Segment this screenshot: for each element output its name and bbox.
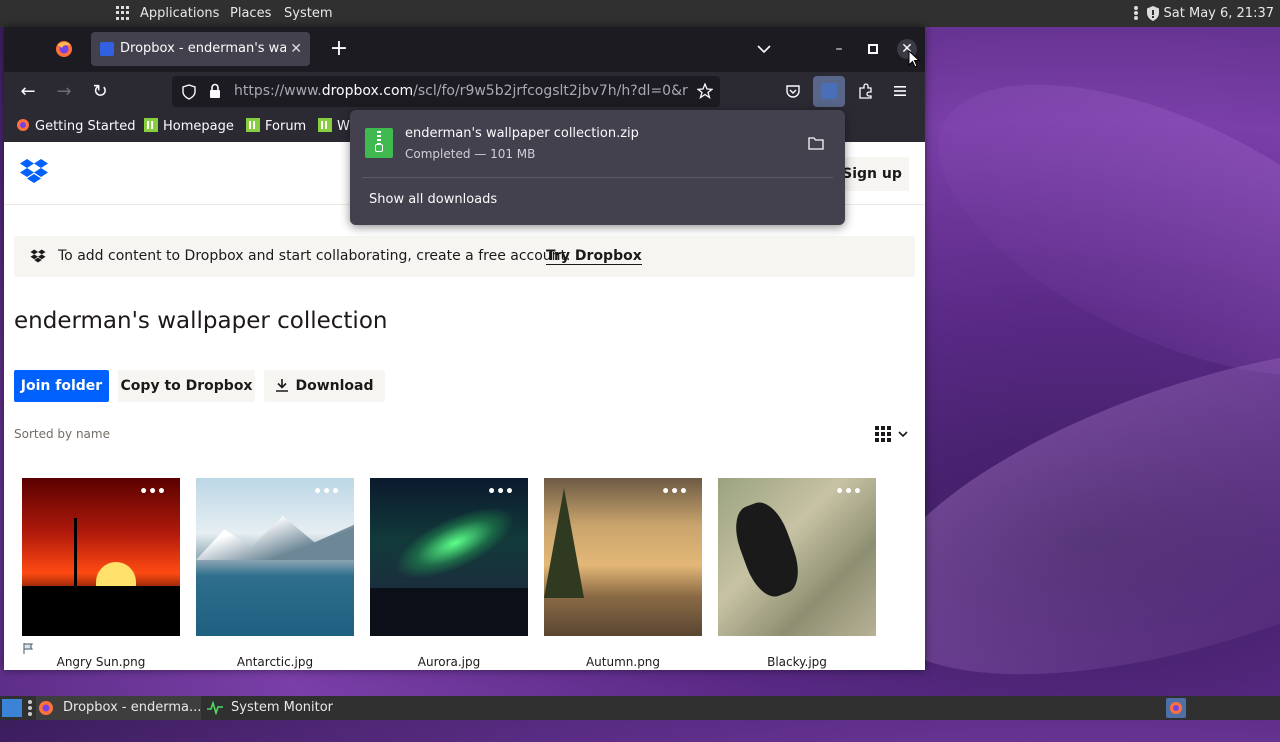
- bookmark-forum[interactable]: Forum: [246, 111, 306, 142]
- chevron-down-icon: [898, 431, 908, 438]
- list-all-tabs-icon[interactable]: [754, 39, 774, 59]
- bookmark-getting-started[interactable]: Getting Started: [16, 111, 136, 142]
- taskbar: Dropbox - enderma... System Monitor: [0, 696, 1280, 720]
- mint-icon: [144, 118, 158, 132]
- downloads-button[interactable]: [813, 76, 845, 107]
- firefox-icon: [39, 701, 53, 715]
- tree-shape: [74, 518, 77, 598]
- copy-to-dropbox-button[interactable]: Copy to Dropbox: [118, 370, 255, 402]
- more-options-icon[interactable]: •••: [139, 484, 166, 500]
- pocket-icon[interactable]: [785, 83, 801, 99]
- lock-icon[interactable]: [208, 83, 222, 99]
- sort-label[interactable]: Sorted by name: [14, 427, 110, 441]
- ground-shape: [22, 586, 180, 636]
- top-panel: Applications Places System Sat May 6, 21…: [0, 0, 1280, 27]
- download-button[interactable]: Download: [264, 370, 385, 402]
- ground-shape: [370, 588, 528, 636]
- open-folder-icon[interactable]: [808, 136, 824, 150]
- show-all-downloads-button[interactable]: Show all downloads: [369, 192, 497, 207]
- tab-close-icon[interactable]: ✕: [290, 32, 302, 66]
- mint-icon: [318, 118, 332, 132]
- shield-icon[interactable]: [1146, 6, 1160, 21]
- thumb-autumn[interactable]: •••: [544, 478, 702, 636]
- join-folder-button[interactable]: Join folder: [14, 370, 109, 402]
- clock[interactable]: Sat May 6, 21:37: [1164, 0, 1274, 27]
- thumb-angry-sun[interactable]: •••: [22, 478, 180, 636]
- file-name[interactable]: Blacky.jpg: [718, 655, 876, 669]
- more-options-icon[interactable]: •••: [661, 484, 688, 500]
- more-options-icon[interactable]: •••: [835, 484, 862, 500]
- apps-grid-icon[interactable]: [116, 6, 130, 20]
- nav-bar: ← → ↻ https://www.dropbox.com/scl/fo/r9w…: [4, 72, 925, 111]
- taskbar-handle-icon[interactable]: [28, 700, 32, 716]
- sign-up-button[interactable]: Sign up: [835, 157, 909, 191]
- menu-system[interactable]: System: [284, 0, 332, 27]
- show-desktop-button[interactable]: [2, 699, 22, 717]
- workspace-switcher[interactable]: [1166, 698, 1186, 718]
- dropbox-favicon-icon: [100, 42, 114, 56]
- firefox-view-icon[interactable]: [54, 39, 74, 59]
- url-text[interactable]: https://www.dropbox.com/scl/fo/r9w5b2jrf…: [234, 76, 689, 107]
- new-tab-button[interactable]: +: [326, 36, 352, 62]
- mountains-shape: [196, 516, 354, 560]
- menu-places[interactable]: Places: [230, 0, 271, 27]
- try-dropbox-link[interactable]: Try Dropbox: [546, 236, 642, 277]
- thumb-antarctic[interactable]: •••: [196, 478, 354, 636]
- tab-dropbox[interactable]: Dropbox - enderman's wallpaper collectio…: [91, 32, 310, 66]
- aurora-shape: [385, 492, 525, 594]
- download-file-name[interactable]: enderman's wallpaper collection.zip: [405, 126, 639, 141]
- extensions-icon[interactable]: [857, 82, 875, 100]
- sun-shape: [96, 562, 136, 588]
- zip-file-icon: [365, 128, 393, 158]
- firefox-icon: [17, 119, 29, 131]
- tab-bar: Dropbox - enderman's wallpaper collectio…: [4, 27, 925, 72]
- bookmark-homepage[interactable]: Homepage: [144, 111, 234, 142]
- tree-shape: [544, 488, 584, 598]
- folder-title: enderman's wallpaper collection: [14, 308, 388, 334]
- tab-title: Dropbox - enderman's wallpaper collectio…: [120, 41, 286, 56]
- dropbox-logo-icon[interactable]: [20, 158, 48, 184]
- download-icon: [276, 379, 289, 392]
- file-name[interactable]: Angry Sun.png: [22, 655, 180, 669]
- download-status: Completed — 101 MB: [405, 147, 536, 161]
- system-monitor-icon: [207, 701, 223, 715]
- download-progress-icon: [821, 83, 837, 99]
- panel-divider: [362, 177, 833, 178]
- taskbar-item-firefox[interactable]: Dropbox - enderma...: [36, 696, 201, 720]
- bookmark-star-icon[interactable]: [697, 83, 713, 99]
- tray-menu-icon[interactable]: [1134, 6, 1138, 21]
- mint-icon: [246, 118, 260, 132]
- firefox-icon: [1170, 702, 1182, 714]
- banner-text: To add content to Dropbox and start coll…: [58, 248, 571, 264]
- cat-shape: [727, 496, 807, 603]
- file-name[interactable]: Autumn.png: [544, 655, 702, 669]
- grid-view-icon: [875, 426, 891, 442]
- back-icon[interactable]: ←: [17, 81, 39, 103]
- minimize-button[interactable]: –: [829, 39, 849, 59]
- taskbar-item-label: System Monitor: [231, 700, 334, 715]
- mouse-cursor-icon: [908, 50, 920, 68]
- maximize-icon: [868, 44, 878, 54]
- thumb-blacky[interactable]: •••: [718, 478, 876, 636]
- maximize-button[interactable]: [863, 39, 883, 59]
- thumb-aurora[interactable]: •••: [370, 478, 528, 636]
- reload-icon[interactable]: ↻: [89, 81, 111, 103]
- forward-icon[interactable]: →: [53, 81, 75, 103]
- more-options-icon[interactable]: •••: [313, 484, 340, 500]
- signup-banner: To add content to Dropbox and start coll…: [14, 236, 915, 277]
- downloads-panel: enderman's wallpaper collection.zip Comp…: [350, 110, 845, 225]
- file-name[interactable]: Aurora.jpg: [370, 655, 528, 669]
- bookmark-w[interactable]: W: [318, 111, 350, 142]
- flag-icon[interactable]: [22, 642, 34, 654]
- url-bar[interactable]: https://www.dropbox.com/scl/fo/r9w5b2jrf…: [172, 76, 720, 107]
- hamburger-menu-icon[interactable]: [892, 83, 908, 99]
- view-toggle[interactable]: [874, 424, 914, 444]
- taskbar-item-label: Dropbox - enderma...: [63, 700, 202, 715]
- dropbox-small-icon: [30, 249, 46, 263]
- file-name[interactable]: Antarctic.jpg: [196, 655, 354, 669]
- menu-applications[interactable]: Applications: [140, 0, 219, 27]
- taskbar-item-system-monitor[interactable]: System Monitor: [204, 696, 344, 720]
- more-options-icon[interactable]: •••: [487, 484, 514, 500]
- tracking-shield-icon[interactable]: [181, 84, 197, 100]
